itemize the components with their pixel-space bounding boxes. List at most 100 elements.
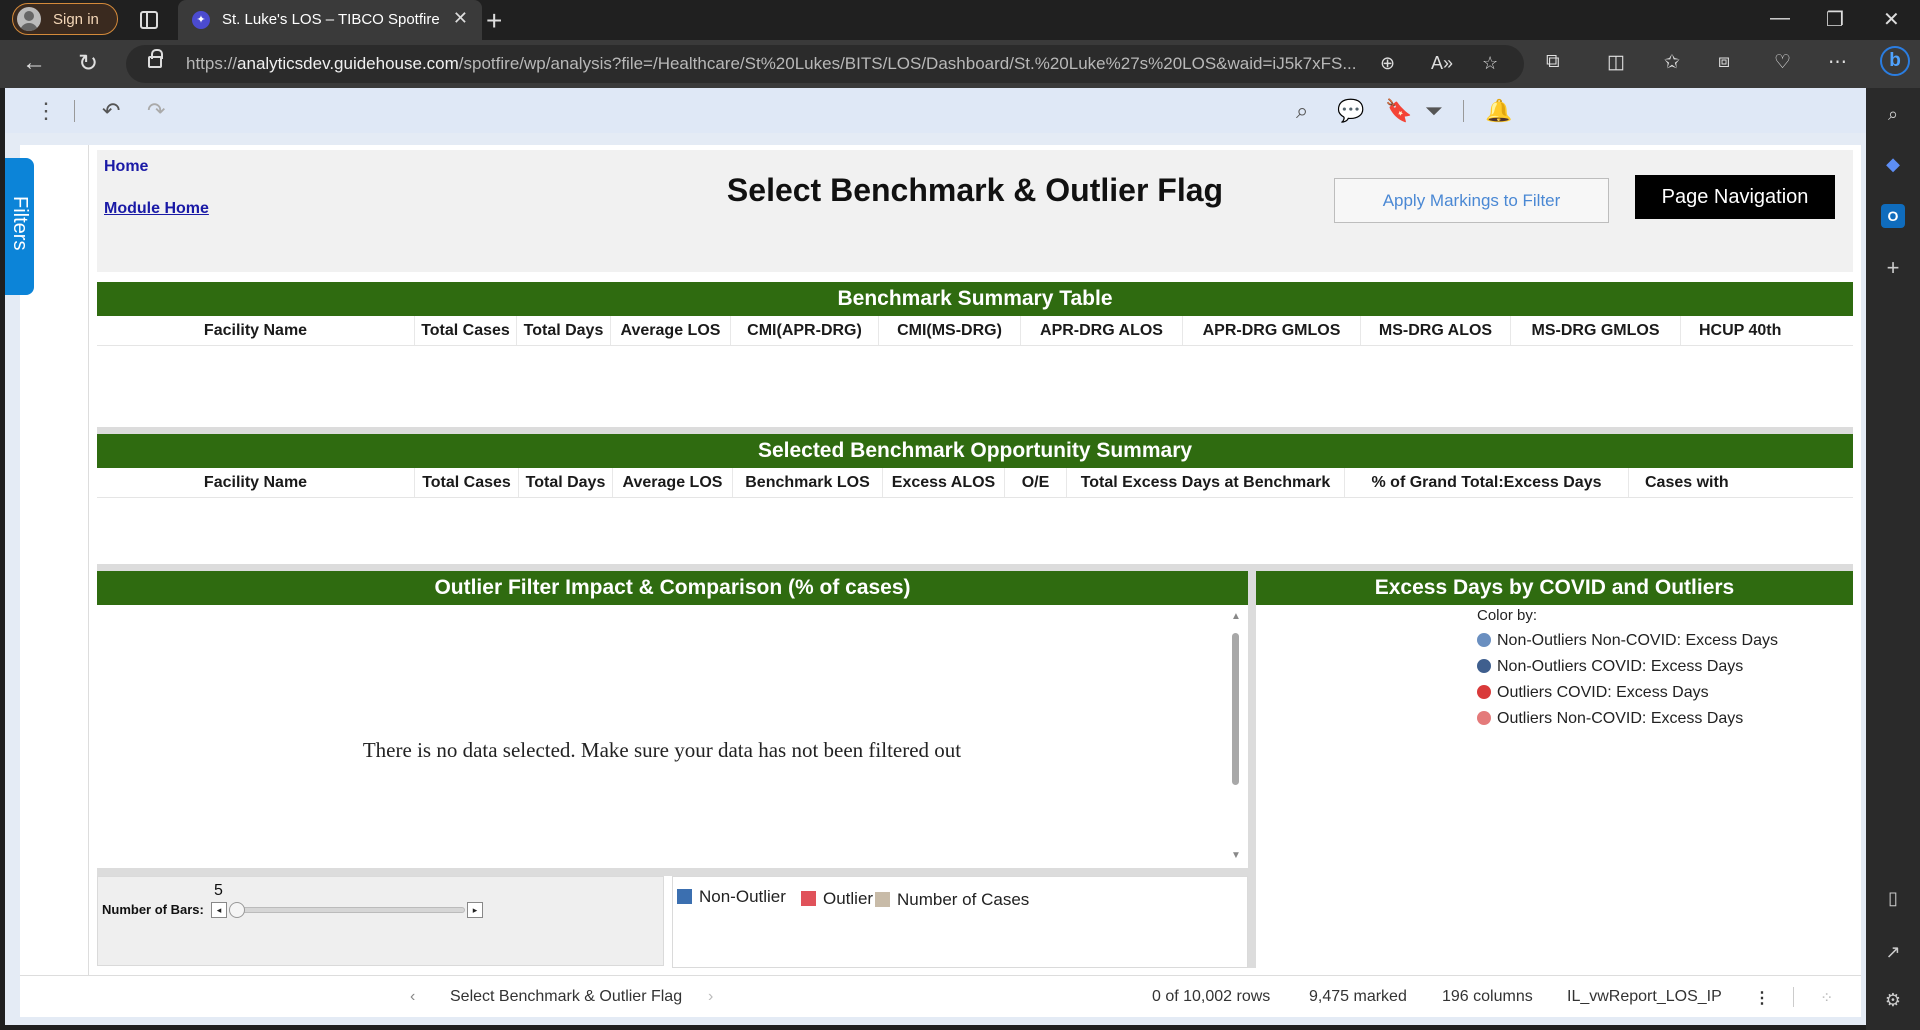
legend-swatch — [875, 892, 890, 907]
excess-days-panel: Excess Days by COVID and Outliers Color … — [1256, 571, 1853, 968]
search-sidebar-icon[interactable]: ⌕ — [1881, 102, 1905, 126]
browser-tab-active[interactable]: ✦ St. Luke's LOS – TIBCO Spotfire ✕ — [178, 0, 482, 40]
benchmark-summary-header-row: Facility Name Total Cases Total Days Ave… — [97, 316, 1853, 346]
scroll-down-icon[interactable]: ▼ — [1231, 850, 1241, 861]
column-header[interactable]: MS-DRG ALOS — [1361, 316, 1511, 345]
previous-page-icon[interactable]: ‹ — [410, 988, 415, 1006]
close-window-icon[interactable]: ✕ — [1883, 7, 1900, 32]
status-bar: ‹ Select Benchmark & Outlier Flag › 0 of… — [20, 975, 1861, 1017]
legend-item-outliers-non-covid[interactable]: Outliers Non-COVID: Excess Days — [1477, 710, 1743, 728]
restore-icon[interactable]: ❐ — [1826, 7, 1844, 32]
column-header[interactable]: Total Days — [519, 468, 613, 497]
outlier-legend: Non-Outlier Outlier Number of Cases — [672, 876, 1248, 968]
read-aloud-icon[interactable]: A» — [1431, 53, 1453, 74]
hide-sidebar-icon[interactable]: ▯ — [1881, 886, 1905, 910]
search-icon[interactable]: ⌕ — [1296, 98, 1308, 124]
column-header[interactable]: Cases with — [1629, 468, 1853, 497]
bars-label: Number of Bars: — [102, 902, 204, 917]
slider-knob[interactable] — [229, 902, 245, 918]
toolbar-divider — [74, 100, 75, 122]
column-header[interactable]: MS-DRG GMLOS — [1511, 316, 1681, 345]
menu-dots-icon[interactable]: ⋮ — [35, 98, 57, 124]
url-field[interactable]: https://analyticsdev.guidehouse.com/spot… — [126, 45, 1524, 83]
data-table-name[interactable]: IL_vwReport_LOS_IP — [1567, 988, 1722, 1006]
more-menu-icon[interactable]: ⋯ — [1828, 51, 1847, 74]
tab-actions-icon[interactable] — [140, 11, 158, 29]
notifications-bell-icon[interactable]: 🔔 — [1485, 98, 1512, 124]
apply-markings-button[interactable]: Apply Markings to Filter — [1334, 178, 1609, 223]
column-header[interactable]: HCUP 40th — [1681, 316, 1853, 345]
sign-in-button[interactable]: Sign in — [12, 3, 118, 35]
legend-item-non-outlier[interactable]: Non-Outlier — [677, 887, 786, 907]
favorites-icon[interactable]: ✩ — [1664, 51, 1680, 74]
copilot-sidebar-icon[interactable]: ◆ — [1881, 152, 1905, 176]
page-header: Home Module Home Select Benchmark & Outl… — [97, 150, 1853, 272]
column-header[interactable]: Total Cases — [415, 468, 519, 497]
new-tab-icon[interactable]: + — [486, 5, 502, 37]
status-menu-icon[interactable]: ⋮ — [1754, 988, 1770, 1008]
column-header[interactable]: CMI(APR-DRG) — [731, 316, 879, 345]
column-header[interactable]: Excess ALOS — [883, 468, 1005, 497]
redo-icon[interactable]: ↷ — [147, 98, 165, 124]
legend-dot — [1477, 633, 1491, 647]
close-tab-icon[interactable]: ✕ — [453, 8, 468, 29]
spotfire-favicon-icon: ✦ — [192, 11, 210, 29]
column-header[interactable]: APR-DRG GMLOS — [1183, 316, 1361, 345]
minimize-icon[interactable]: — — [1770, 7, 1790, 30]
number-of-bars-slider[interactable]: ◂ ▸ — [211, 902, 483, 918]
legend-item-outlier[interactable]: Outlier — [801, 889, 873, 909]
column-header[interactable]: Average LOS — [611, 316, 731, 345]
column-header[interactable]: Facility Name — [97, 316, 415, 345]
extensions-icon[interactable]: ⧉ — [1546, 51, 1560, 73]
filters-panel-tab[interactable]: Filters — [5, 158, 34, 295]
column-header[interactable]: Total Cases — [415, 316, 517, 345]
marked-count: 9,475 marked — [1309, 988, 1407, 1005]
back-icon[interactable]: ← — [22, 49, 46, 77]
column-header[interactable]: Average LOS — [613, 468, 733, 497]
column-header[interactable]: % of Grand Total:Excess Days — [1345, 468, 1629, 497]
current-page-name[interactable]: Select Benchmark & Outlier Flag — [450, 988, 682, 1006]
slider-right-arrow-icon[interactable]: ▸ — [467, 902, 483, 918]
slider-track[interactable] — [229, 907, 465, 913]
add-sidebar-app-icon[interactable]: + — [1881, 256, 1905, 280]
refresh-icon[interactable]: ↻ — [78, 49, 98, 78]
undo-icon[interactable]: ↶ — [102, 98, 120, 124]
legend-item-outliers-covid[interactable]: Outliers COVID: Excess Days — [1477, 684, 1709, 702]
column-header[interactable]: O/E — [1005, 468, 1067, 497]
outlook-icon[interactable]: O — [1881, 204, 1905, 228]
legend-item-non-outliers-non-covid[interactable]: Non-Outliers Non-COVID: Excess Days — [1477, 632, 1778, 650]
browser-essentials-icon[interactable]: ♡ — [1774, 51, 1791, 74]
column-header[interactable]: Total Days — [517, 316, 611, 345]
legend-item-non-outliers-covid[interactable]: Non-Outliers COVID: Excess Days — [1477, 658, 1743, 676]
settings-gear-icon[interactable]: ⚙ — [1881, 988, 1905, 1012]
split-screen-icon[interactable]: ◫ — [1607, 51, 1625, 74]
bars-value: 5 — [214, 882, 223, 899]
legend-item-number-of-cases[interactable]: Number of Cases — [875, 890, 1029, 910]
page-navigation-button[interactable]: Page Navigation — [1635, 175, 1835, 219]
column-header[interactable]: Benchmark LOS — [733, 468, 883, 497]
filter-icon[interactable]: ⏷ — [1425, 98, 1443, 124]
scroll-thumb[interactable] — [1232, 633, 1239, 785]
copilot-icon[interactable]: b — [1880, 46, 1910, 76]
zoom-icon[interactable]: ⊕ — [1380, 53, 1395, 74]
scroll-up-icon[interactable]: ▲ — [1231, 611, 1241, 622]
color-by-label: Color by: — [1477, 607, 1538, 624]
collections-icon[interactable]: ⧈ — [1718, 51, 1730, 73]
toolbar-divider — [1463, 100, 1464, 122]
column-header[interactable]: Facility Name — [97, 468, 415, 497]
column-header[interactable]: CMI(MS-DRG) — [879, 316, 1021, 345]
legend-dot — [1477, 659, 1491, 673]
status-divider — [1793, 987, 1794, 1007]
open-external-icon[interactable]: ↗ — [1881, 940, 1905, 964]
column-header[interactable]: APR-DRG ALOS — [1021, 316, 1183, 345]
vertical-scrollbar[interactable]: ▲ ▼ — [1228, 607, 1242, 865]
outlier-impact-panel: Outlier Filter Impact & Comparison (% of… — [97, 571, 1248, 868]
favorite-star-icon[interactable]: ☆ — [1482, 53, 1498, 74]
column-header[interactable]: Total Excess Days at Benchmark — [1067, 468, 1345, 497]
collaboration-icon[interactable]: 💬 — [1337, 98, 1364, 124]
bookmark-icon[interactable]: 🔖 — [1385, 98, 1412, 124]
slider-left-arrow-icon[interactable]: ◂ — [211, 902, 227, 918]
panel-divider — [97, 427, 1853, 434]
url-text: https://analyticsdev.guidehouse.com/spot… — [186, 54, 1357, 73]
next-page-icon[interactable]: › — [708, 988, 713, 1006]
